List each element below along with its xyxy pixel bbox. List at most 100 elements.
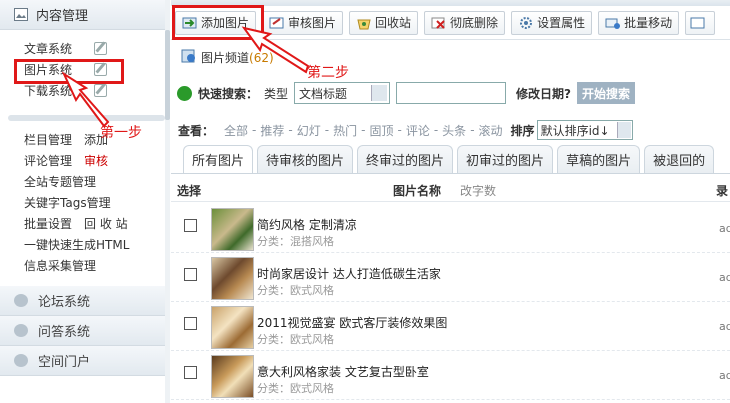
cat-prefix: 分类： [257, 284, 290, 297]
batch-move-button[interactable]: 批量移动 [598, 10, 680, 35]
row-checkbox[interactable] [184, 268, 197, 281]
filter-sep: - [470, 123, 475, 137]
gear-icon [518, 16, 534, 30]
image-thumbnail[interactable] [211, 306, 254, 349]
menu-row-columns[interactable]: 栏目管理 添加 [24, 129, 169, 150]
filter-slideshow[interactable]: 幻灯 [297, 122, 321, 139]
set-attributes-button[interactable]: 设置属性 [511, 10, 593, 35]
section-content-label: 内容管理 [36, 9, 89, 24]
chevron-down-icon[interactable] [371, 85, 388, 101]
filter-pinned[interactable]: 固顶 [369, 122, 393, 139]
cat-prefix: 分类： [257, 333, 290, 346]
filter-label: 查看： [178, 123, 215, 138]
section-label: 论坛系统 [38, 295, 91, 310]
menu-row-html[interactable]: 一键快速生成HTML [24, 234, 169, 255]
row-right-text: ad [719, 369, 730, 382]
row-checkbox[interactable] [184, 219, 197, 232]
row-checkbox[interactable] [184, 317, 197, 330]
sort-label: 排序 [510, 123, 535, 138]
sidebar-scroll-thumb[interactable] [165, 30, 170, 120]
button-label: 设置属性 [537, 16, 586, 30]
image-title[interactable]: 意大利风格家装 文艺复古型卧室 [257, 363, 429, 380]
heart-icon [14, 354, 28, 367]
table-row[interactable]: 简约风格 定制清凉 分类：混搭风格 ad [171, 204, 730, 253]
section-label: 空间门户 [38, 355, 91, 370]
image-category: 分类：欧式风格 [257, 282, 334, 298]
menu-label[interactable]: 栏目管理 [24, 131, 72, 148]
col-name-extra[interactable]: 改字数 [460, 182, 496, 199]
menu-label[interactable]: 评论管理 [24, 152, 72, 169]
image-thumbnail[interactable] [211, 355, 254, 398]
image-thumbnail[interactable] [211, 208, 254, 251]
question-icon [14, 324, 28, 337]
section-forum[interactable]: 论坛系统 [0, 286, 169, 316]
tab-final-approved[interactable]: 终审过的图片 [357, 145, 454, 173]
start-search-button[interactable]: 开始搜索 [577, 82, 636, 104]
menu-row-collect[interactable]: 信息采集管理 [24, 255, 169, 276]
tab-all-images[interactable]: 所有图片 [183, 145, 254, 173]
filter-all[interactable]: 全部 [224, 122, 248, 139]
menu-label[interactable]: 信息采集管理 [24, 257, 96, 274]
cat-value[interactable]: 欧式风格 [290, 284, 334, 297]
filter-headline[interactable]: 头条 [442, 122, 466, 139]
image-title[interactable]: 时尚家居设计 达人打造低碳生活家 [257, 265, 441, 282]
menu-extra-link[interactable]: 回 收 站 [84, 215, 128, 232]
menu-row-batch[interactable]: 批量设置回 收 站 [24, 213, 169, 234]
section-space[interactable]: 空间门户 [0, 346, 169, 376]
image-thumbnail[interactable] [211, 257, 254, 300]
image-category: 分类：欧式风格 [257, 331, 334, 347]
row-right-text: ad [719, 222, 730, 235]
go-arrow-icon [177, 85, 192, 101]
delete-permanently-button[interactable]: 彻底删除 [424, 10, 506, 35]
cat-value[interactable]: 欧式风格 [290, 333, 334, 346]
menu-extra-link[interactable]: 审核 [84, 152, 108, 169]
section-content-management[interactable]: 内容管理 [0, 0, 169, 30]
cat-value[interactable]: 欧式风格 [290, 382, 334, 395]
image-category: 分类：欧式风格 [257, 380, 334, 396]
arrow-step2 [241, 26, 310, 74]
tab-rejected[interactable]: 被退回的 [644, 145, 715, 173]
more-toolbar-button[interactable] [685, 10, 716, 35]
filter-sep: - [252, 123, 257, 137]
tab-first-approved[interactable]: 初审过的图片 [457, 145, 554, 173]
table-row[interactable]: 意大利风格家装 文艺复古型卧室 分类：欧式风格 ad [171, 351, 730, 400]
cat-prefix: 分类： [257, 382, 290, 395]
menu-row-comments[interactable]: 评论管理 审核 [24, 150, 169, 171]
edit-icon[interactable] [94, 42, 107, 55]
menu-label[interactable]: 一键快速生成HTML [24, 236, 129, 253]
image-category: 分类：混搭风格 [257, 233, 334, 249]
tab-pending[interactable]: 待审核的图片 [257, 145, 354, 173]
table-row[interactable]: 时尚家居设计 达人打造低碳生活家 分类：欧式风格 ad [171, 253, 730, 302]
filter-bar: 查看： 全部 - 推荐 - 幻灯 - 热门 - 固顶 - 评论 - 头条 - 滚动 排序 默认… [178, 120, 633, 140]
filter-scroll[interactable]: 滚动 [479, 122, 503, 139]
filter-recommended[interactable]: 推荐 [260, 122, 284, 139]
menu-label[interactable]: 批量设置 [24, 215, 72, 232]
arrow-step1 [61, 71, 110, 128]
annotation-step2: 第二步 [307, 65, 349, 81]
search-type-select[interactable]: 文档标题 [294, 82, 391, 104]
filter-comment[interactable]: 评论 [406, 122, 430, 139]
chevron-down-icon[interactable] [616, 122, 631, 138]
filter-sep: - [288, 123, 293, 137]
menu-label[interactable]: 关键字Tags管理 [24, 194, 111, 211]
cat-value[interactable]: 混搭风格 [290, 235, 334, 248]
tab-drafts[interactable]: 草稿的图片 [557, 145, 641, 173]
col-name: 图片名称 [393, 184, 442, 198]
section-qa[interactable]: 问答系统 [0, 316, 169, 346]
type-label: 类型 [264, 86, 289, 101]
table-row[interactable]: 2011视觉盛宴 欧式客厅装修效果图 分类：欧式风格 ad [171, 302, 730, 351]
row-checkbox[interactable] [184, 366, 197, 379]
image-title[interactable]: 2011视觉盛宴 欧式客厅装修效果图 [257, 314, 447, 331]
col-right: 录 [716, 184, 729, 198]
table-header: 选择 图片名称 改字数 录 [171, 180, 730, 202]
image-title[interactable]: 简约风格 定制清凉 [257, 216, 357, 233]
sort-select[interactable]: 默认排序id↓ [536, 120, 633, 140]
menu-row-topics[interactable]: 全站专题管理 [24, 171, 169, 192]
sidebar-item-articles[interactable]: 文章系统 [24, 38, 169, 59]
button-label: 批量移动 [624, 16, 673, 30]
filter-hot[interactable]: 热门 [333, 122, 357, 139]
search-input[interactable] [396, 82, 507, 104]
menu-row-tags[interactable]: 关键字Tags管理 [24, 192, 169, 213]
recycle-bin-button[interactable]: 回收站 [349, 10, 419, 35]
menu-label[interactable]: 全站专题管理 [24, 173, 96, 190]
